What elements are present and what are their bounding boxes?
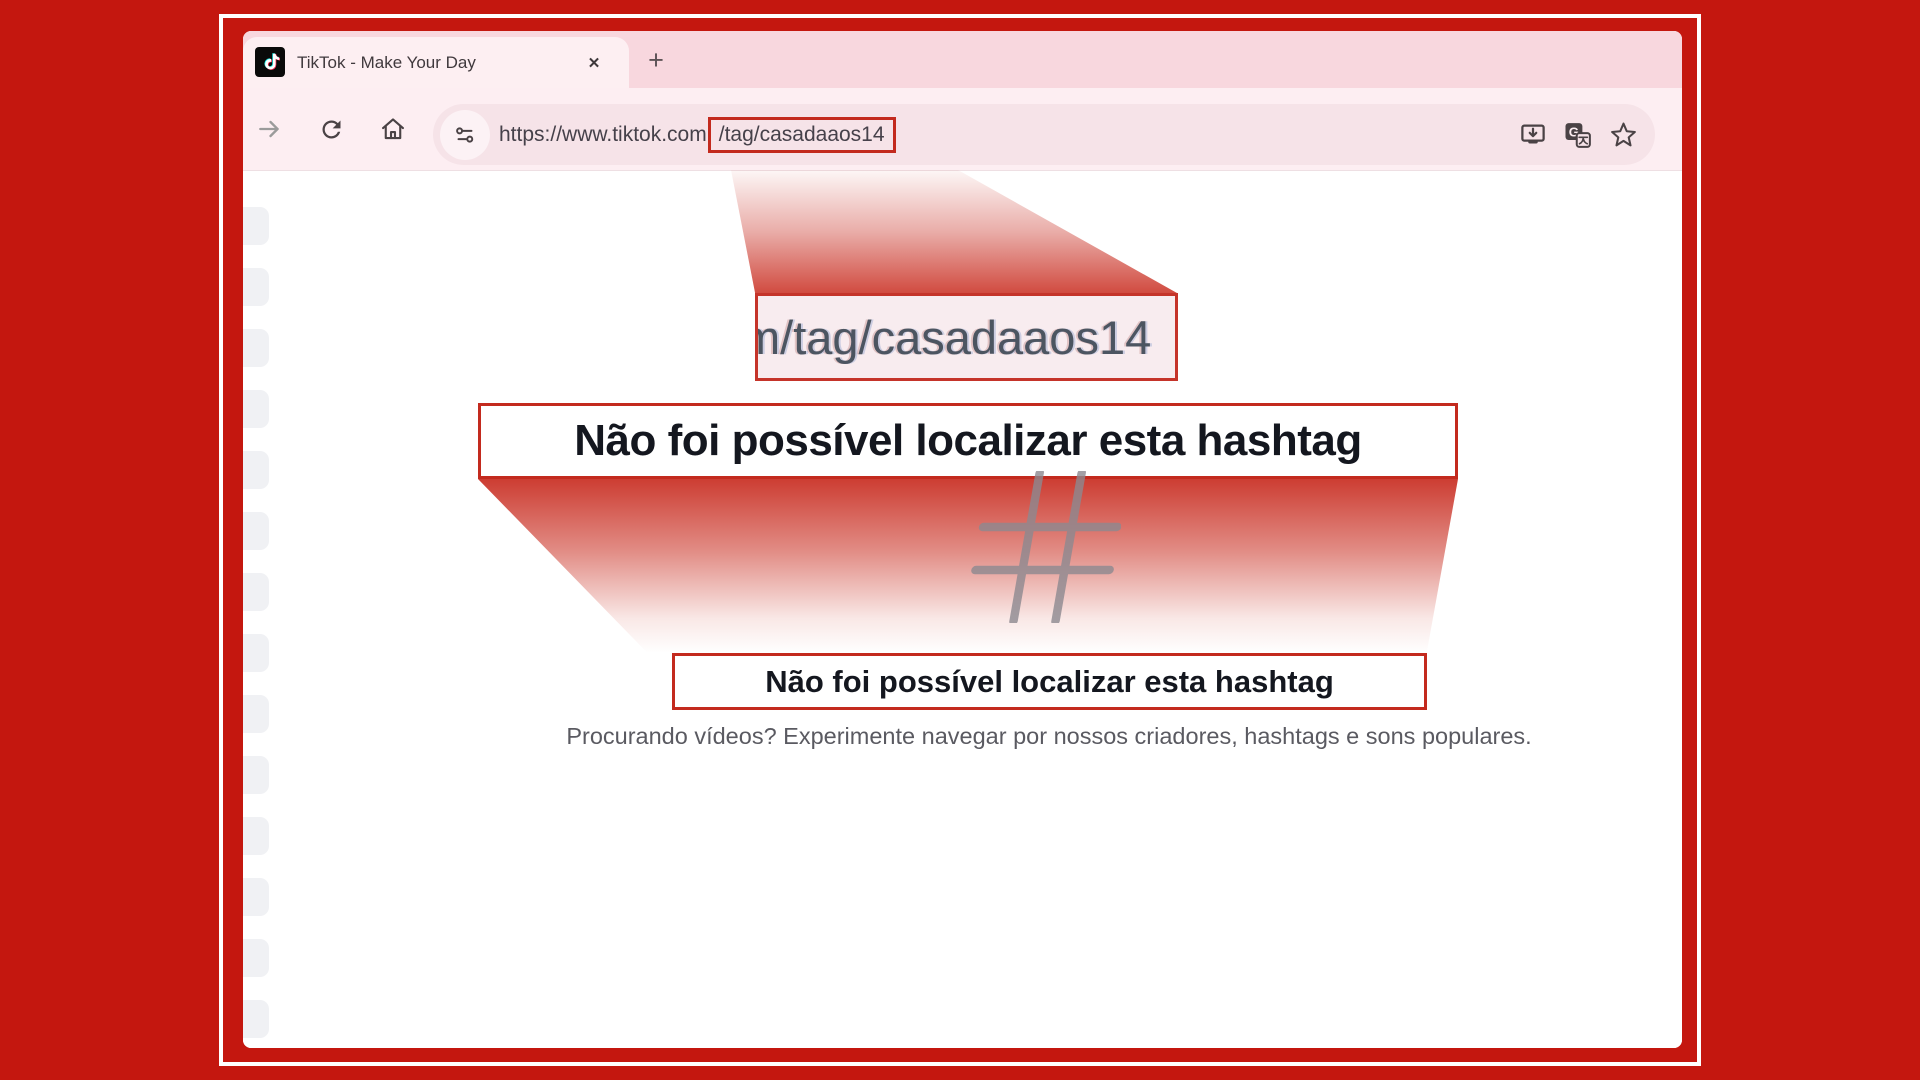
page-heading: Não foi possível localizar esta hashtag <box>672 653 1427 710</box>
sidebar-skeleton-item <box>243 634 269 672</box>
reload-icon[interactable] <box>316 114 346 144</box>
url-highlight-box: /tag/casadaaos14 <box>708 117 896 153</box>
tab-close-icon[interactable]: ✕ <box>581 50 607 76</box>
sidebar-skeleton-item <box>243 573 269 611</box>
url-text[interactable]: https://www.tiktok.com/tag/casadaaos14 <box>499 117 896 153</box>
zoom-beam-heading <box>478 479 1458 653</box>
browser-toolbar: https://www.tiktok.com/tag/casadaaos14 <box>243 88 1682 170</box>
home-icon[interactable] <box>378 114 408 144</box>
sidebar-skeleton-item <box>243 390 269 428</box>
browser-window: TikTok - Make Your Day ✕ + <box>243 31 1682 1048</box>
tiktok-favicon-icon <box>255 47 285 77</box>
annotation-canvas: TikTok - Make Your Day ✕ + <box>0 0 1920 1080</box>
sidebar-skeleton-item <box>243 451 269 489</box>
heading-zoom-callout: Não foi possível localizar esta hashtag <box>478 403 1458 479</box>
url-zoom-callout: m/tag/casadaaos14 <box>755 293 1178 381</box>
url-zoom-text: m/tag/casadaaos14 <box>755 310 1151 365</box>
sidebar-skeleton-item <box>243 756 269 794</box>
sidebar-skeleton-item <box>243 207 269 245</box>
site-settings-icon[interactable] <box>440 110 490 160</box>
tab-strip: TikTok - Make Your Day ✕ + <box>243 31 1682 88</box>
translate-icon[interactable]: G <box>1562 119 1594 151</box>
tab-title: TikTok - Make Your Day <box>297 37 476 88</box>
sidebar-skeleton-item <box>243 817 269 855</box>
tab-tiktok[interactable]: TikTok - Make Your Day ✕ <box>243 37 629 88</box>
bookmark-star-icon[interactable] <box>1607 119 1639 151</box>
install-app-icon[interactable] <box>1517 119 1549 151</box>
sidebar-skeleton-item <box>243 512 269 550</box>
url-bar[interactable]: https://www.tiktok.com/tag/casadaaos14 <box>433 104 1655 165</box>
sidebar-skeleton-item <box>243 329 269 367</box>
sidebar-skeleton-item <box>243 939 269 977</box>
url-prefix: https://www.tiktok.com <box>499 123 707 147</box>
page-subtitle: Procurando vídeos? Experimente navegar p… <box>478 723 1620 750</box>
sidebar-skeleton-item <box>243 268 269 306</box>
forward-arrow-icon[interactable] <box>255 114 285 144</box>
new-tab-button[interactable]: + <box>641 45 671 75</box>
sidebar-skeleton-item <box>243 695 269 733</box>
hashtag-icon <box>971 471 1121 628</box>
sidebar-skeleton-item <box>243 1000 269 1038</box>
sidebar-skeleton-item <box>243 878 269 916</box>
